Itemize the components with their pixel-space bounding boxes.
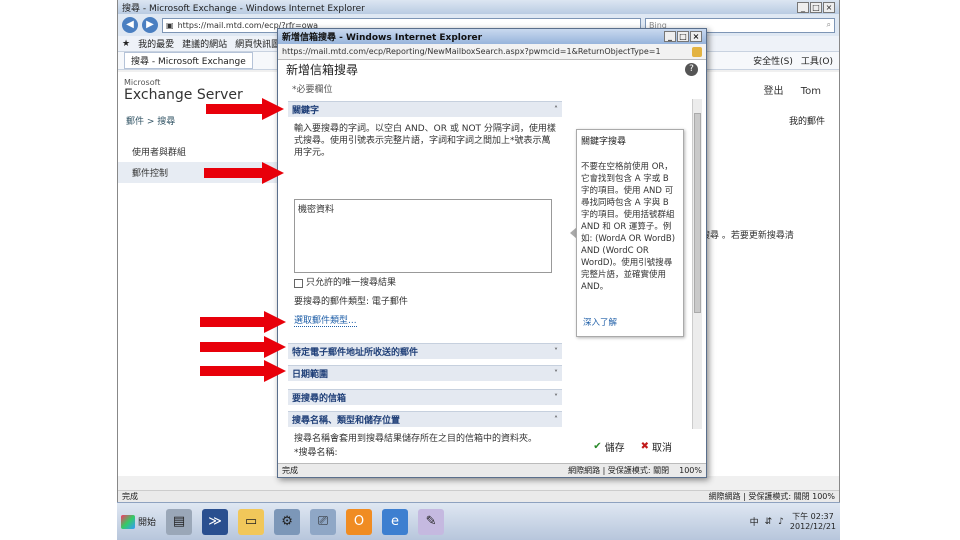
- search-name-label: *搜尋名稱:: [294, 448, 338, 458]
- keywords-description: 輸入要搜尋的字詞。以空白 AND、OR 或 NOT 分隔字詞，使用樣式搜尋。使用…: [294, 124, 556, 158]
- section-mailboxes[interactable]: 要搜尋的信箱 ˅: [288, 389, 562, 405]
- save-button[interactable]: ✔ 儲存: [593, 439, 624, 454]
- clock[interactable]: 下午 02:37 2012/12/21: [790, 512, 836, 532]
- close-button[interactable]: ×: [823, 1, 835, 13]
- popup-address-bar: https://mail.mtd.com/ecp/Reporting/NewMa…: [278, 44, 706, 60]
- popup-status-bar: 完成 網際網路 | 受保護模式: 關閉 100%: [278, 463, 706, 477]
- arrow-keyword-input: [204, 162, 284, 184]
- collapse-icon[interactable]: ˄: [554, 415, 558, 424]
- favorites-star-icon[interactable]: ★: [122, 39, 130, 49]
- suggested-sites-link[interactable]: 建議的網站: [182, 37, 227, 50]
- volume-icon[interactable]: ♪: [778, 517, 784, 527]
- start-button[interactable]: 開始: [121, 514, 156, 529]
- favorites-link[interactable]: 我的最愛: [138, 37, 174, 50]
- search-info-text: 搜尋 。若要更新搜尋清: [701, 231, 794, 241]
- scrollbar-thumb[interactable]: [694, 113, 701, 313]
- zoom-level[interactable]: 100%: [679, 466, 702, 475]
- minimize-button[interactable]: _: [797, 1, 809, 13]
- expand-icon[interactable]: ˅: [554, 369, 558, 378]
- checkmark-icon: ✔: [593, 441, 602, 452]
- lock-icon: [692, 46, 702, 57]
- dedup-label: 只允許的唯一搜尋結果: [306, 278, 397, 288]
- explorer-folder-icon[interactable]: ▭: [238, 508, 265, 535]
- taskbar: 開始 ▤ ≫ ▭ ⚙ ⎚ O e ✎ 中 ⇵ ♪ 下午 02:37 2012/1…: [117, 502, 840, 540]
- popup-actions: ✔ 儲存 ✖ 取消: [593, 439, 672, 454]
- popup-header: 新增信箱搜尋 ?: [286, 60, 698, 78]
- network-tray-icon[interactable]: ⇵: [765, 517, 773, 527]
- my-mail-link[interactable]: 我的郵件: [789, 114, 825, 127]
- windows-orb-icon: [121, 514, 135, 529]
- popup-minimize-button[interactable]: _: [664, 31, 676, 42]
- user-area: 登出 Tom: [764, 82, 821, 97]
- popup-title-bar: 新增信箱搜尋 - Windows Internet Explorer _ □ ×: [278, 29, 706, 44]
- collapse-icon[interactable]: ˄: [554, 105, 558, 114]
- popup-window-controls: _ □ ×: [664, 31, 702, 42]
- system-tray: 中 ⇵ ♪ 下午 02:37 2012/12/21: [750, 512, 836, 532]
- message-types-label: 要搜尋的郵件類型: 電子郵件: [294, 297, 408, 307]
- keywords-input[interactable]: 機密資料: [294, 199, 552, 273]
- outer-window-title: 搜尋 - Microsoft Exchange - Windows Intern…: [122, 3, 365, 14]
- popup-window-title: 新增信箱搜尋 - Windows Internet Explorer: [282, 33, 483, 43]
- forward-button[interactable]: ▶: [142, 17, 158, 33]
- nav-users-groups[interactable]: 使用者與群組: [118, 141, 280, 162]
- arrow-keywords: [206, 98, 284, 120]
- zone-indicator: 網際網路 | 受保護模式: 關閉: [568, 466, 670, 475]
- outer-window-controls: _ □ ×: [797, 1, 835, 13]
- expand-icon[interactable]: ˅: [554, 393, 558, 402]
- arrow-date-section: [200, 336, 286, 358]
- required-note: *必要欄位: [292, 85, 333, 95]
- new-mailbox-search-window: 新增信箱搜尋 - Windows Internet Explorer _ □ ×…: [277, 28, 707, 478]
- section-sender[interactable]: 特定電子郵件地址所收送的郵件 ˅: [288, 343, 562, 359]
- select-message-types-link[interactable]: 選取郵件類型...: [294, 313, 357, 327]
- tools-menu[interactable]: 工具(O): [801, 54, 833, 67]
- browser-tab[interactable]: 搜尋 - Microsoft Exchange: [124, 52, 253, 69]
- search-icon[interactable]: ⌕: [827, 20, 831, 30]
- arrow-sender-section: [200, 311, 286, 333]
- search-name-description: 搜尋名稱會套用到搜尋結果儲存所在之目的信箱中的資料夾。: [294, 434, 538, 444]
- outer-title-bar: 搜尋 - Microsoft Exchange - Windows Intern…: [118, 0, 839, 14]
- ie-icon[interactable]: e: [382, 508, 409, 535]
- cancel-x-icon: ✖: [640, 441, 649, 452]
- page-title: 新增信箱搜尋: [286, 62, 359, 77]
- back-button[interactable]: ◀: [122, 17, 138, 33]
- cancel-button[interactable]: ✖ 取消: [641, 439, 672, 454]
- tip-body: 不要在空格前使用 OR，它會找到包含 A 字或 B 字的項目。使用 AND 可尋…: [581, 162, 676, 292]
- maximize-button[interactable]: □: [810, 1, 822, 13]
- popup-scrollbar[interactable]: [692, 99, 702, 429]
- dedup-checkbox[interactable]: [294, 279, 303, 288]
- form-scroll-area: 關鍵字 ˄ 輸入要搜尋的字詞。以空白 AND、OR 或 NOT 分隔字詞，使用樣…: [288, 99, 696, 429]
- exchange-right-pane: 我的郵件 搜尋 。若要更新搜尋清: [693, 110, 839, 476]
- tip-title: 關鍵字搜尋: [581, 137, 627, 147]
- learn-more-link[interactable]: 深入了解: [583, 316, 617, 328]
- safety-menu[interactable]: 安全性(S): [753, 54, 793, 67]
- outlook-icon[interactable]: O: [346, 508, 373, 535]
- server-icon[interactable]: ▤: [166, 508, 193, 535]
- page-icon: ▣: [166, 20, 174, 30]
- tools-icon[interactable]: ⚙: [274, 508, 301, 535]
- user-name: Tom: [800, 86, 821, 97]
- keyword-tip-panel: 關鍵字搜尋 不要在空格前使用 OR，它會找到包含 A 字或 B 字的項目。使用 …: [576, 129, 684, 337]
- network-icon[interactable]: ⎚: [310, 508, 337, 535]
- popup-close-button[interactable]: ×: [690, 31, 702, 42]
- section-keywords[interactable]: 關鍵字 ˄: [288, 101, 562, 117]
- powershell-icon[interactable]: ≫: [202, 508, 229, 535]
- expand-icon[interactable]: ˅: [554, 347, 558, 356]
- signout-link[interactable]: 登出: [764, 86, 784, 97]
- outer-status-bar: 完成 網際網路 | 受保護模式: 關閉 100%: [118, 490, 839, 502]
- arrow-mailboxes-section: [200, 360, 286, 382]
- help-icon[interactable]: ?: [685, 62, 698, 76]
- wizard-icon[interactable]: ✎: [418, 508, 445, 535]
- section-search-name[interactable]: 搜尋名稱、類型和儲存位置 ˄: [288, 411, 562, 427]
- popup-maximize-button[interactable]: □: [677, 31, 689, 42]
- section-date-range[interactable]: 日期範圍 ˅: [288, 365, 562, 381]
- ime-icon[interactable]: 中: [750, 515, 759, 528]
